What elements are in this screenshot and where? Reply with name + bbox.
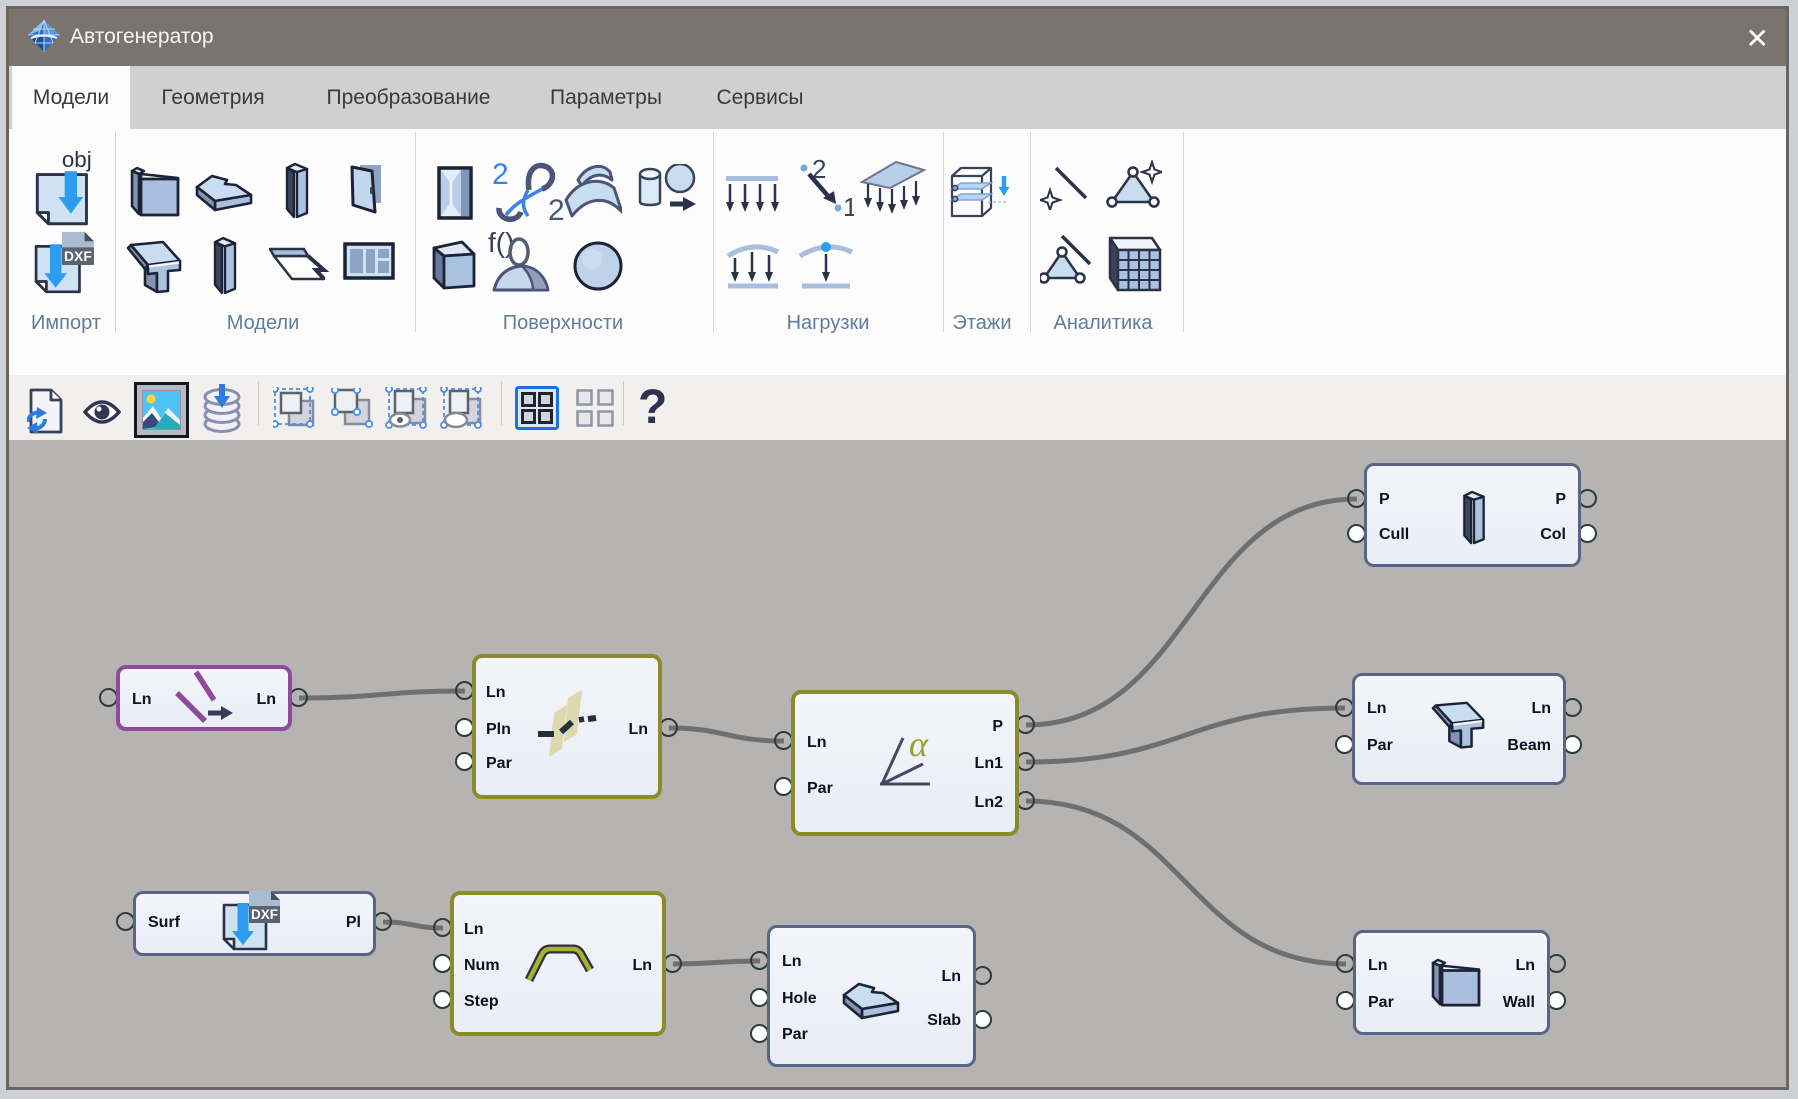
svg-text:α: α [909, 724, 929, 764]
